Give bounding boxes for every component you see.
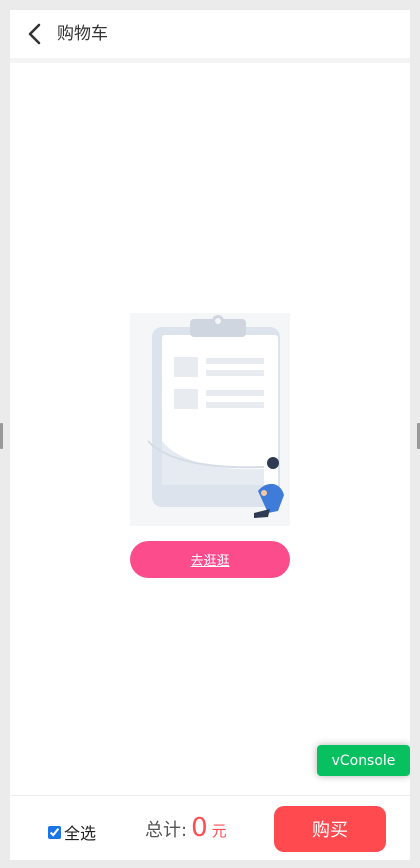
page-title: 购物车	[57, 24, 108, 44]
browse-button[interactable]: 去逛逛	[130, 541, 290, 578]
total-amount: 0	[191, 813, 208, 843]
cart-bottom-bar: 全选 总计: 0 元 购买	[10, 795, 410, 860]
select-all-label: 全选	[64, 824, 97, 843]
vconsole-button[interactable]: vConsole	[317, 745, 410, 776]
select-all-control[interactable]: 全选	[48, 820, 96, 844]
empty-cart-illustration	[130, 313, 290, 526]
total-unit: 元	[211, 822, 227, 840]
back-arrow-icon[interactable]	[24, 22, 46, 46]
total-summary: 总计: 0 元	[145, 813, 227, 843]
browse-button-label: 去逛逛	[190, 554, 230, 569]
header-divider	[10, 58, 410, 63]
total-label: 总计:	[145, 820, 188, 841]
left-resize-handle[interactable]	[0, 423, 3, 449]
phone-frame: 购物车 去逛逛 vConsole 全选 总计: 0 元 购买	[10, 10, 410, 860]
nav-header: 购物车	[10, 10, 410, 58]
buy-button[interactable]: 购买	[274, 806, 386, 852]
select-all-checkbox[interactable]	[48, 825, 61, 839]
